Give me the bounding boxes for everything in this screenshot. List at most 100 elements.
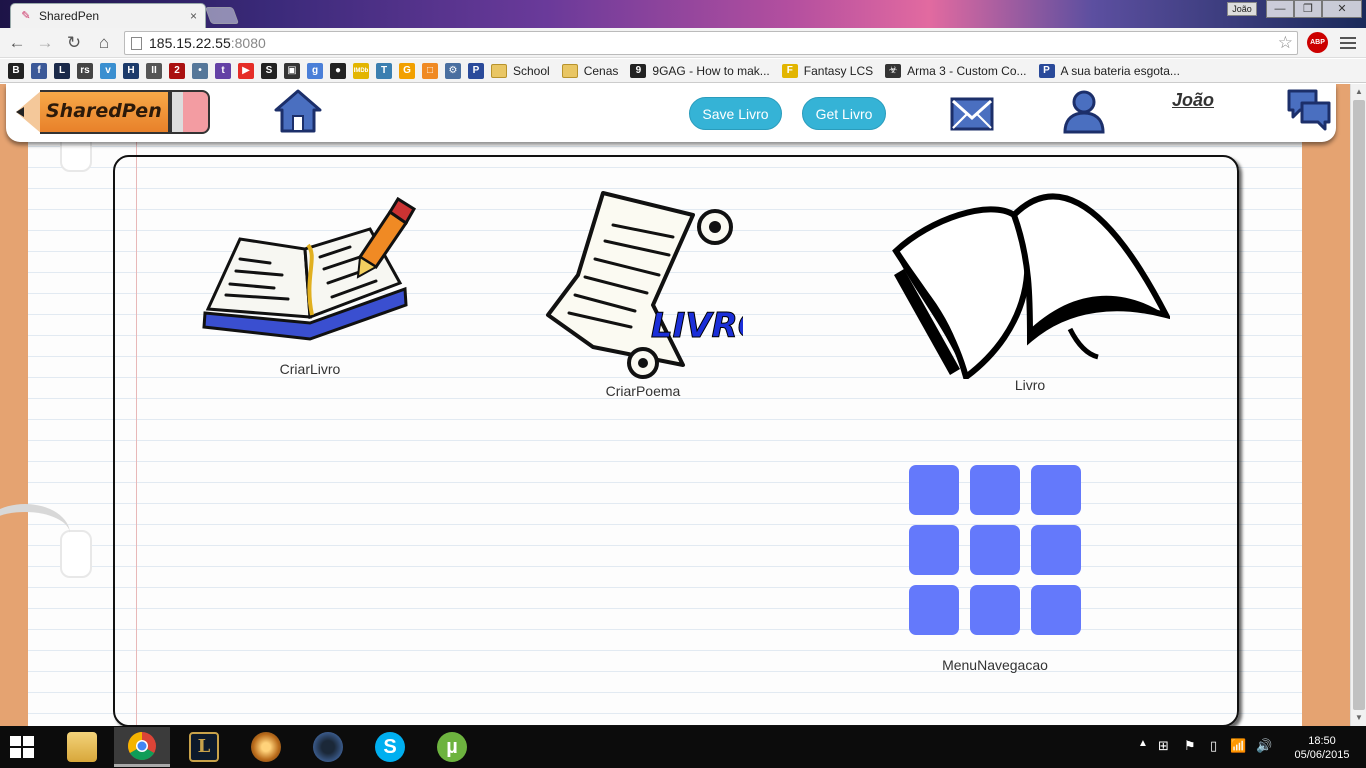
tray-overflow-icon[interactable]: ▲ — [1138, 738, 1148, 749]
bookmark-folder[interactable]: School — [491, 63, 550, 78]
bookmarks-bar: Bf Lrs v H II 2 • t ▶ S ▣ g ● IMDb T G □ ⚙ P School Cenas 9 9G… — [0, 59, 1366, 83]
bookmark-folder[interactable]: Cenas — [561, 63, 618, 78]
bookmark-favicon-icon: ☣ — [885, 63, 902, 78]
wifi-signal-icon[interactable]: 📶 — [1230, 738, 1246, 754]
bookmark-item[interactable]: F Fantasy LCS — [781, 63, 874, 78]
bookmark-favicon-icon[interactable]: T — [376, 62, 392, 79]
windows-start-icon[interactable] — [10, 736, 34, 758]
bookmark-favicon-icon[interactable]: v — [100, 62, 116, 79]
bookmark-favicon-icon[interactable]: t — [215, 62, 231, 79]
menu-navegacao-tile[interactable]: MenuNavegacao — [895, 465, 1095, 675]
scroll-livro-icon: LIVRO — [546, 191, 767, 379]
bookmark-favicon-icon[interactable]: S — [261, 62, 277, 79]
reload-button[interactable]: ↻ — [63, 33, 85, 53]
close-window-button[interactable]: ✕ — [1322, 0, 1362, 18]
criar-livro-tile[interactable]: CriarLivro — [200, 187, 430, 377]
livro-tile[interactable]: Livro — [890, 179, 1172, 399]
bookmark-favicon-icon: 9 — [630, 63, 647, 78]
tray-flag-icon[interactable]: ⚑ — [1184, 738, 1196, 754]
forward-button[interactable]: → — [34, 33, 56, 53]
bookmark-favicon-icon[interactable]: ● — [330, 62, 346, 79]
criar-livro-label: CriarLivro — [279, 361, 341, 377]
chrome-taskbar-icon[interactable] — [114, 727, 170, 767]
logo-text: SharedPen — [46, 100, 162, 122]
bookmark-label: 9GAG - How to mak... — [652, 63, 770, 78]
bookmark-favicon-icon[interactable]: • — [192, 62, 208, 79]
new-tab-button[interactable] — [204, 7, 240, 24]
criar-poema-tile[interactable]: LIVRO CriarPoema — [543, 185, 767, 405]
home-icon[interactable] — [274, 88, 322, 134]
pen-favicon-icon: ✎ — [21, 10, 31, 22]
profile-button[interactable]: João — [1227, 2, 1257, 16]
tab-close-button[interactable]: × — [190, 9, 197, 23]
volume-icon[interactable]: 🔊 — [1256, 738, 1272, 754]
adblock-extension-icon[interactable]: ABP — [1307, 32, 1328, 53]
livro-overlay-text: LIVRO — [651, 306, 743, 346]
bookmark-item[interactable]: ☣ Arma 3 - Custom Co... — [885, 63, 1027, 78]
folder-icon — [491, 63, 507, 78]
browser-toolbar: ← → ↻ ⌂ 185.15.22.55:8080 ☆ ABP — [0, 28, 1366, 58]
league-of-legends-taskbar-icon[interactable]: L — [176, 727, 232, 767]
browser-titlebar: ✎ SharedPen × João — ❐ ✕ — [0, 0, 1366, 28]
chrome-menu-icon[interactable] — [1340, 34, 1356, 50]
restore-button[interactable]: ❐ — [1294, 0, 1322, 18]
bookmark-star-icon[interactable]: ☆ — [1278, 33, 1293, 53]
skype-taskbar-icon[interactable]: S — [362, 727, 418, 767]
bookmark-item[interactable]: P A sua bateria esgota... — [1038, 63, 1180, 78]
bookmark-favicon-icon[interactable]: ▶ — [238, 62, 254, 79]
get-livro-button[interactable]: Get Livro — [802, 97, 886, 130]
save-livro-button[interactable]: Save Livro — [689, 97, 782, 130]
bookmark-favicon-icon[interactable]: II — [146, 62, 162, 79]
url-text: 185.15.22.55:8080 — [149, 35, 266, 51]
user-profile-icon[interactable] — [1061, 88, 1107, 134]
bookmark-favicon-icon[interactable]: 2 — [169, 62, 185, 79]
bookmark-favicon-icon[interactable]: P — [468, 62, 484, 79]
address-bar[interactable]: 185.15.22.55:8080 ☆ — [124, 31, 1298, 55]
user-name[interactable]: João — [1172, 90, 1214, 111]
bookmark-favicon-icon: P — [1038, 63, 1055, 78]
bookmark-favicon-icon[interactable]: f — [31, 62, 47, 79]
chat-icon[interactable] — [1286, 88, 1332, 132]
page-scrollbar[interactable]: ▲ ▼ — [1350, 84, 1366, 726]
bookmark-favicon-icon[interactable]: g — [307, 62, 323, 79]
page-viewport: SharedPen Save Livro Get Livro João Cria… — [0, 84, 1350, 726]
back-button[interactable]: ← — [6, 33, 28, 53]
mail-icon[interactable] — [950, 96, 994, 132]
bookmark-favicon-icon: F — [781, 63, 798, 78]
url-port: :8080 — [230, 35, 266, 51]
bookmark-favicon-icon[interactable]: IMDb — [353, 62, 369, 79]
livro-label: Livro — [1014, 377, 1046, 393]
bookmark-item[interactable]: 9 9GAG - How to mak... — [630, 63, 770, 78]
steam-taskbar-icon[interactable] — [300, 727, 356, 767]
bookmark-label: Arma 3 - Custom Co... — [907, 63, 1027, 78]
home-button[interactable]: ⌂ — [93, 33, 115, 53]
criar-poema-label: CriarPoema — [605, 383, 681, 399]
clock-time: 18:50 — [1308, 735, 1336, 747]
scroll-down-icon[interactable]: ▼ — [1351, 710, 1366, 726]
tab-sharedpen[interactable]: ✎ SharedPen × — [10, 3, 206, 28]
tray-windows-icon[interactable]: ⊞ — [1158, 738, 1169, 754]
bookmark-favicon-icon[interactable]: ⚙ — [445, 62, 461, 79]
scroll-up-icon[interactable]: ▲ — [1351, 84, 1366, 100]
bookmark-favicon-icon[interactable]: ▣ — [284, 62, 300, 79]
sharedpen-logo[interactable]: SharedPen — [16, 90, 210, 134]
windows-taskbar: L S µ ▲ ⊞ ⚑ ▯ 📶 🔊 18:50 05/06/2015 — [0, 726, 1366, 768]
bookmark-label: Fantasy LCS — [803, 63, 874, 78]
bookmark-favicon-icon[interactable]: rs — [77, 62, 93, 79]
folder-icon — [561, 63, 578, 78]
bookmark-favicon-icon[interactable]: H — [123, 62, 139, 79]
bookmark-favicon-icon[interactable]: B — [8, 62, 24, 79]
file-explorer-taskbar-icon[interactable] — [54, 727, 110, 767]
system-clock[interactable]: 18:50 05/06/2015 — [1284, 734, 1360, 762]
battery-icon[interactable]: ▯ — [1210, 738, 1217, 754]
open-book-with-pencil-icon — [202, 196, 417, 341]
hearthstone-taskbar-icon[interactable] — [238, 727, 294, 767]
bookmark-favicon-icon[interactable]: □ — [422, 62, 438, 79]
open-book-icon — [892, 193, 1172, 383]
minimize-button[interactable]: — — [1266, 0, 1294, 18]
bookmark-favicon-icon[interactable]: L — [54, 62, 70, 79]
utorrent-taskbar-icon[interactable]: µ — [424, 727, 480, 767]
scrollbar-thumb[interactable] — [1353, 100, 1365, 710]
bookmark-favicon-icon[interactable]: G — [399, 62, 415, 79]
site-header: SharedPen Save Livro Get Livro João — [6, 84, 1336, 142]
